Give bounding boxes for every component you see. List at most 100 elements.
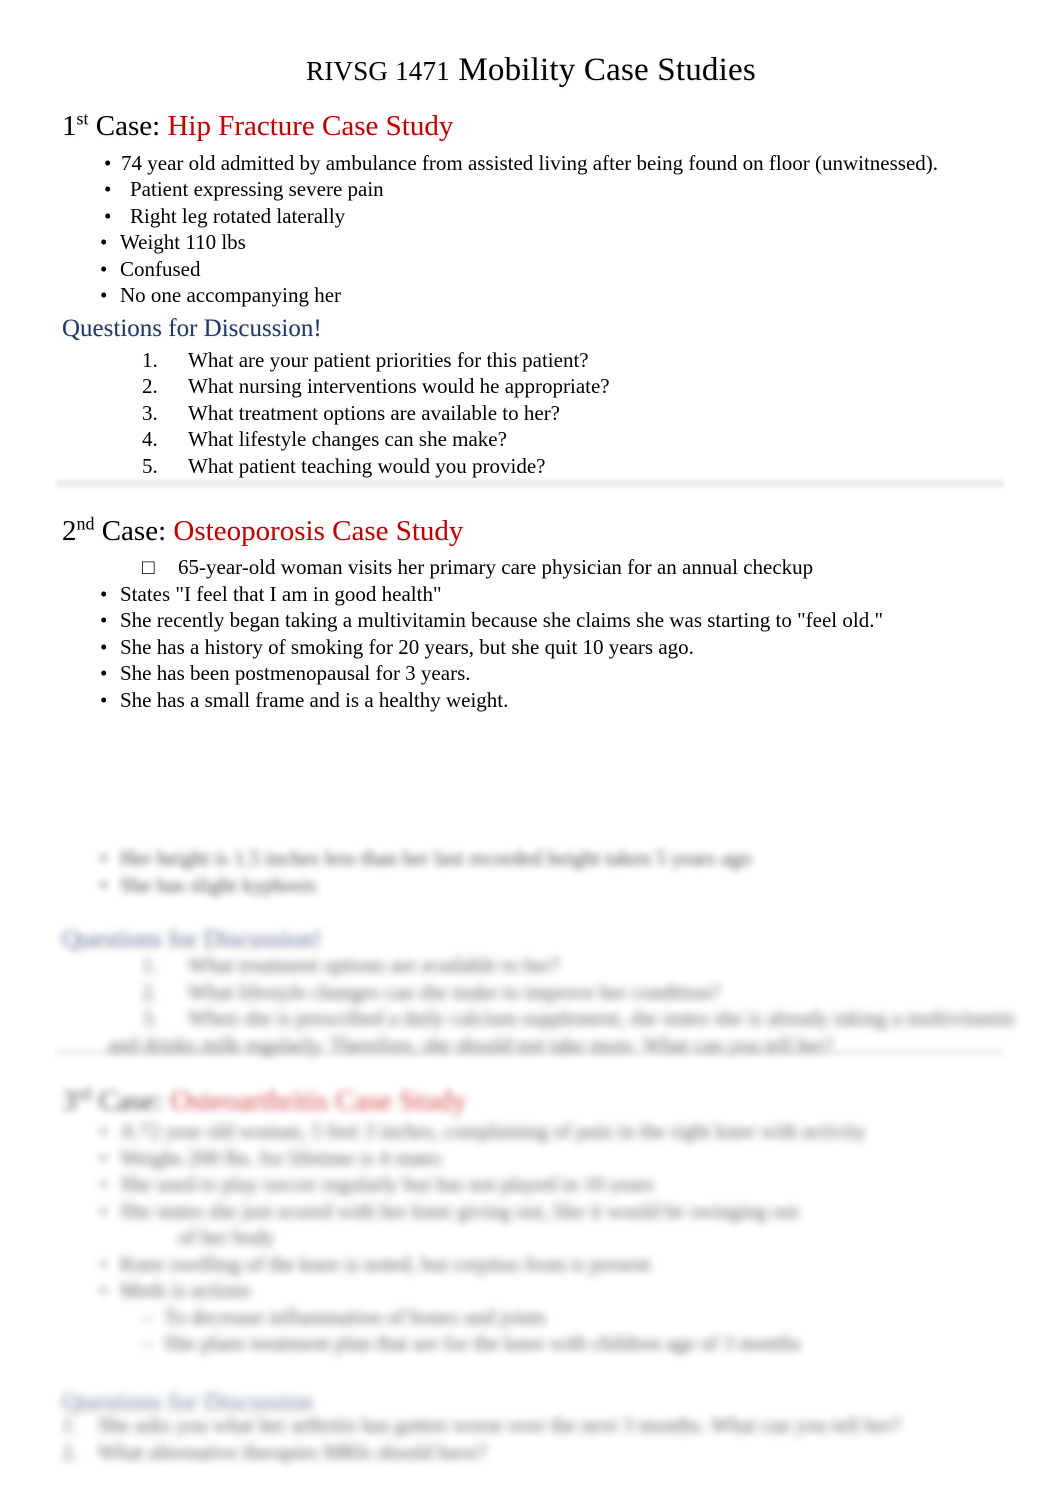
list-item: 2. What lifestyle changes can she make to…	[142, 979, 1062, 1006]
bullet-icon: •	[100, 687, 108, 712]
list-item-text: Weighs 200 lbs. for lifetime is 4 states	[120, 1145, 442, 1170]
list-item-text: Meds is actions	[120, 1278, 251, 1302]
case2-bullet-list: □ 65-year-old woman visits her primary ca…	[0, 554, 1062, 713]
case1-ordinal-suffix: st	[76, 108, 89, 129]
list-item-text: What treatment options are available to …	[188, 400, 561, 425]
document-page: RIVSG 1471 Mobility Case Studies 1st Cas…	[0, 0, 1062, 1506]
list-number: 1.	[142, 347, 158, 372]
list-item-text: She has slight kyphosis	[120, 872, 317, 897]
list-item-text: Knee swelling of the knee is noted, but …	[120, 1251, 651, 1276]
list-item: □ 65-year-old woman visits her primary ca…	[142, 554, 1062, 581]
bullet-icon: •	[100, 608, 108, 633]
list-item-text: 65-year-old woman visits her primary car…	[178, 555, 814, 580]
list-item-text: What treatment options are available to …	[188, 953, 561, 977]
list-item-text: of her body	[178, 1225, 275, 1249]
case3-question-list: 1. She asks you what her arthritis has go…	[0, 1412, 1062, 1465]
list-number: 4.	[142, 427, 158, 452]
bullet-icon: •	[100, 634, 108, 659]
bullet-icon: •	[100, 872, 108, 897]
list-item: 2. What alternative therapies MRIs should…	[62, 1439, 1062, 1466]
bullet-icon: •	[104, 177, 112, 202]
bullet-icon: •	[100, 1278, 108, 1302]
list-item-text: No one accompanying her	[120, 283, 342, 308]
bullet-icon: •	[100, 846, 108, 870]
list-item-text: She has a small frame and is a healthy w…	[120, 687, 509, 712]
list-item: • Patient expressing severe pain	[104, 176, 1062, 203]
list-item: – She plans treatment plan that are for t…	[142, 1330, 1062, 1357]
case3-ordinal-suffix: rd	[76, 1083, 92, 1104]
case3-title: Osteoarthritis Case Study	[170, 1085, 467, 1117]
bullet-icon: •	[100, 1172, 108, 1196]
section-divider	[56, 1046, 1004, 1059]
list-item: • She has been postmenopausal for 3 years…	[100, 660, 1062, 687]
list-number: 3.	[142, 1006, 158, 1030]
list-item: 3. What treatment options are available t…	[142, 400, 1062, 427]
list-number: 3.	[142, 400, 158, 425]
list-item-text: When she is prescribed a daily calcium s…	[188, 1006, 1015, 1030]
title-main-text: Mobility Case Studies	[458, 52, 756, 88]
case3-label: Case:	[91, 1085, 171, 1117]
list-item: – To decrease inflammation of bones and j…	[142, 1304, 1062, 1331]
list-item-text: Patient expressing severe pain	[130, 177, 384, 202]
list-item-text: What nursing interventions would he appr…	[188, 374, 610, 399]
case3-bullet-list: • A 72 year old woman, 5 feet 3 inches, c…	[0, 1118, 1062, 1357]
case1-questions-heading: Questions for Discussion!	[62, 314, 322, 342]
case1-question-list: 1. What are your patient priorities for t…	[0, 347, 1062, 480]
list-item: 4. What lifestyle changes can she make?	[142, 426, 1062, 453]
case2-heading: 2nd Case: Osteoporosis Case Study	[0, 513, 1062, 548]
list-item-text: She states she just scored with her knee…	[120, 1198, 799, 1223]
list-number: 1.	[142, 953, 158, 977]
case2-ordinal-suffix: nd	[76, 513, 95, 534]
case3-heading: 3rd Case: Osteoarthritis Case Study	[0, 1083, 1062, 1118]
case2-question-list: 1. What treatment options are available t…	[0, 952, 1062, 1058]
list-number: 2.	[142, 979, 158, 1004]
list-item: • Weighs 200 lbs. for lifetime is 4 state…	[100, 1145, 1062, 1172]
list-item-text: States "I feel that I am in good health"	[120, 581, 442, 606]
bullet-icon: •	[100, 661, 108, 686]
list-item-text: Her height is 1.5 inches less than her l…	[120, 846, 752, 870]
dash-icon: –	[142, 1304, 153, 1329]
list-item-text: What alternative therapies MRIs should h…	[98, 1439, 487, 1464]
case2-number: 2	[62, 515, 77, 548]
list-item: 3. When she is prescribed a daily calcium…	[142, 1005, 1062, 1032]
case1-heading: 1st Case: Hip Fracture Case Study	[0, 110, 1062, 143]
list-item: • No one accompanying her	[100, 282, 1062, 309]
list-item: • Her height is 1.5 inches less than her …	[100, 845, 1062, 872]
list-item: 1. She asks you what her arthritis has go…	[62, 1412, 1062, 1439]
list-item-text: She asks you what her arthritis has gott…	[98, 1413, 901, 1437]
bullet-icon: •	[100, 230, 108, 255]
list-item: • She used to play soccer regularly but h…	[100, 1171, 1062, 1198]
list-item: • States "I feel that I am in good health…	[100, 581, 1062, 608]
list-item: • She has a history of smoking for 20 yea…	[100, 634, 1062, 661]
case1-title: Hip Fracture Case Study	[167, 110, 454, 143]
list-item: • She recently began taking a multivitami…	[100, 607, 1062, 634]
list-item-text: She has been postmenopausal for 3 years.	[120, 661, 471, 686]
list-number: 5.	[142, 453, 158, 478]
list-item: • Knee swelling of the knee is noted, but…	[100, 1251, 1062, 1278]
case2-bullet-list-blurred: • Her height is 1.5 inches less than her …	[0, 845, 1062, 898]
case3-number: 3	[62, 1085, 77, 1117]
list-number: 2.	[62, 1439, 78, 1464]
bullet-icon: •	[100, 581, 108, 606]
list-item: • Weight 110 lbs	[100, 229, 1062, 256]
page-title: RIVSG 1471 Mobility Case Studies	[0, 0, 1062, 88]
list-item-text: What lifestyle changes can she make to i…	[188, 979, 721, 1004]
case2-label: Case:	[94, 515, 174, 548]
case2-title: Osteoporosis Case Study	[173, 515, 464, 548]
list-item: • 74 year old admitted by ambulance from …	[104, 150, 1062, 177]
list-item: • Meds is actions	[100, 1277, 1062, 1304]
list-item: 5. What patient teaching would you provid…	[142, 453, 1062, 480]
list-item: 2. What nursing interventions would he ap…	[142, 373, 1062, 400]
list-number: 2.	[142, 374, 158, 399]
case1-label: Case:	[88, 110, 168, 143]
list-item-text: She used to play soccer regularly but ha…	[120, 1172, 655, 1196]
bullet-icon: •	[104, 203, 112, 228]
list-item: • She has a small frame and is a healthy …	[100, 687, 1062, 714]
list-item-text: She plans treatment plan that are for th…	[164, 1331, 801, 1355]
list-item: 1. What treatment options are available t…	[142, 952, 1062, 979]
list-item-text: What are your patient priorities for thi…	[188, 347, 589, 372]
title-course-code: RIVSG 1471	[306, 56, 450, 86]
list-item-text: Right leg rotated laterally	[130, 203, 346, 228]
list-item: • A 72 year old woman, 5 feet 3 inches, c…	[100, 1118, 1062, 1145]
list-item: • She has slight kyphosis	[100, 872, 1062, 899]
